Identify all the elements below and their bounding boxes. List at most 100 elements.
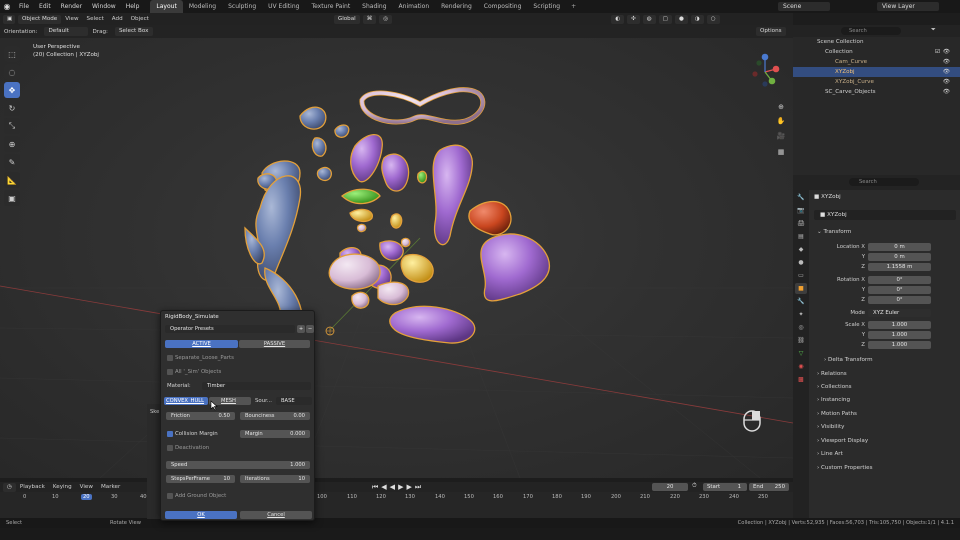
outliner-row[interactable]: Scene Collection: [793, 37, 960, 47]
material-selector[interactable]: Timber: [202, 382, 311, 390]
outliner-search-input[interactable]: Search: [841, 27, 901, 35]
material-tab-icon[interactable]: ◉: [795, 361, 807, 372]
scale-tool-icon[interactable]: ⤡: [4, 118, 20, 134]
menu-file[interactable]: File: [14, 0, 34, 13]
margin-field[interactable]: Margin 0.000: [240, 430, 310, 438]
menu-view[interactable]: View: [61, 16, 82, 22]
cancel-button[interactable]: Cancel: [240, 511, 312, 519]
menu-render[interactable]: Render: [56, 0, 87, 13]
scale-x-field[interactable]: 1.000: [868, 321, 931, 329]
outliner-row[interactable]: SC_Carve_Objects 👁: [793, 87, 960, 97]
menu-select[interactable]: Select: [83, 16, 108, 22]
3d-viewport[interactable]: [0, 38, 793, 478]
tool-tab-icon[interactable]: 🔧: [795, 192, 807, 203]
camera-view-icon[interactable]: 🎥: [776, 132, 786, 142]
visibility-section[interactable]: › Visibility: [817, 424, 844, 430]
properties-search-input[interactable]: Search: [849, 178, 919, 186]
line-art-section[interactable]: › Line Art: [817, 451, 843, 457]
ok-button[interactable]: OK: [165, 511, 237, 519]
timeline-editor-icon[interactable]: ◷: [3, 482, 16, 492]
scale-y-field[interactable]: 1.000: [868, 331, 931, 339]
location-x-field[interactable]: 0 m: [868, 243, 931, 251]
output-tab-icon[interactable]: 🖨: [795, 218, 807, 229]
location-z-field[interactable]: 1.1558 m: [868, 263, 931, 271]
object-name-field[interactable]: ■ XYZobj: [814, 210, 956, 220]
location-y-field[interactable]: 0 m: [868, 253, 931, 261]
rotation-y-field[interactable]: 0°: [868, 286, 931, 294]
timeline-ruler[interactable]: 0 10 20 30 40 100 110 120 130 140 150 160 170 180 190 2…: [0, 492, 793, 501]
tab-layout[interactable]: Layout: [150, 0, 183, 13]
speed-field[interactable]: Speed 1.000: [166, 461, 310, 469]
orientation-selector[interactable]: Default: [44, 27, 89, 36]
menu-keying[interactable]: Keying: [49, 484, 76, 490]
start-frame-field[interactable]: Start 1: [703, 483, 747, 491]
all-sim-checkbox[interactable]: [167, 369, 173, 375]
tab-uv-editing[interactable]: UV Editing: [262, 0, 305, 13]
add-preset-button[interactable]: +: [297, 325, 305, 333]
tab-rendering[interactable]: Rendering: [435, 0, 478, 13]
menu-edit[interactable]: Edit: [34, 0, 56, 13]
rotate-tool-icon[interactable]: ↻: [4, 100, 20, 116]
separate-loose-checkbox[interactable]: [167, 355, 173, 361]
scene-selector[interactable]: Scene: [778, 2, 830, 11]
playback-controls[interactable]: ⏮◀◀▶▶⏭: [372, 483, 424, 492]
shading-material-icon[interactable]: ◑: [690, 14, 704, 24]
navigation-gizmo[interactable]: [745, 50, 785, 90]
remove-preset-button[interactable]: −: [306, 325, 314, 333]
cursor-tool-icon[interactable]: ◌: [4, 64, 20, 80]
mode-selector[interactable]: Object Mode: [18, 14, 62, 24]
instancing-section[interactable]: › Instancing: [817, 397, 850, 403]
data-tab-icon[interactable]: ▽: [795, 348, 807, 359]
motion-paths-section[interactable]: › Motion Paths: [817, 411, 857, 417]
tab-compositing[interactable]: Compositing: [478, 0, 528, 13]
menu-playback[interactable]: Playback: [16, 484, 49, 490]
rotation-mode-selector[interactable]: XYZ Euler: [868, 309, 931, 317]
constraints-tab-icon[interactable]: ⛓: [795, 335, 807, 346]
object-tab-icon[interactable]: ■: [795, 283, 807, 294]
annotate-tool-icon[interactable]: ✎: [4, 154, 20, 170]
passive-tab[interactable]: PASSIVE: [239, 340, 310, 348]
render-tab-icon[interactable]: 📷: [795, 205, 807, 216]
pan-hand-icon[interactable]: ✋: [776, 117, 786, 127]
collection-tab-icon[interactable]: ▭: [795, 270, 807, 281]
select-tool-icon[interactable]: ⬚: [4, 46, 20, 62]
xray-icon[interactable]: ▢: [658, 14, 672, 24]
particles-tab-icon[interactable]: ✦: [795, 309, 807, 320]
menu-marker[interactable]: Marker: [97, 484, 124, 490]
deactivation-checkbox[interactable]: [167, 445, 173, 451]
add-cube-tool-icon[interactable]: ▣: [4, 190, 20, 206]
physics-tab-icon[interactable]: ◎: [795, 322, 807, 333]
outliner-row[interactable]: Collection ☑ 👁: [793, 47, 960, 57]
modifier-tab-icon[interactable]: 🔧: [795, 296, 807, 307]
current-frame-field[interactable]: 20: [652, 483, 688, 491]
snap-icon[interactable]: ⌘: [362, 14, 377, 24]
measure-tool-icon[interactable]: 📐: [4, 172, 20, 188]
options-button[interactable]: Options: [755, 27, 786, 36]
transform-orientation-selector[interactable]: Global: [333, 14, 360, 24]
ortho-toggle-icon[interactable]: ▦: [776, 148, 786, 158]
active-tab[interactable]: ACTIVE: [165, 340, 238, 348]
transform-tool-icon[interactable]: ⊕: [4, 136, 20, 152]
menu-object[interactable]: Object: [127, 16, 153, 22]
collections-section[interactable]: › Collections: [817, 384, 852, 390]
menu-help[interactable]: Help: [121, 0, 145, 13]
proportional-edit-icon[interactable]: ◎: [379, 14, 393, 24]
menu-view-timeline[interactable]: View: [76, 484, 97, 490]
rotation-z-field[interactable]: 0°: [868, 296, 931, 304]
texture-tab-icon[interactable]: ▩: [795, 374, 807, 385]
scene-tab-icon[interactable]: ◆: [795, 244, 807, 255]
move-tool-icon[interactable]: ✥: [4, 82, 20, 98]
outliner-row[interactable]: XYZobj_Curve 👁: [793, 77, 960, 87]
tab-scripting[interactable]: Scripting: [527, 0, 566, 13]
friction-field[interactable]: Friction 0.50: [166, 412, 235, 420]
bounciness-field[interactable]: Bounciness 0.00: [240, 412, 310, 420]
overlay-toggle-icon[interactable]: ◍: [642, 14, 656, 24]
view-layer-selector[interactable]: View Layer: [877, 2, 939, 11]
operator-presets-selector[interactable]: Operator Presets: [165, 325, 295, 333]
transform-section[interactable]: ⌄ Transform: [817, 229, 851, 235]
drag-selector[interactable]: Select Box: [114, 27, 153, 36]
visibility-icon[interactable]: ◐: [611, 14, 625, 24]
scale-z-field[interactable]: 1.000: [868, 341, 931, 349]
outliner-row[interactable]: Cam_Curve 👁: [793, 57, 960, 67]
custom-properties-section[interactable]: › Custom Properties: [817, 465, 873, 471]
